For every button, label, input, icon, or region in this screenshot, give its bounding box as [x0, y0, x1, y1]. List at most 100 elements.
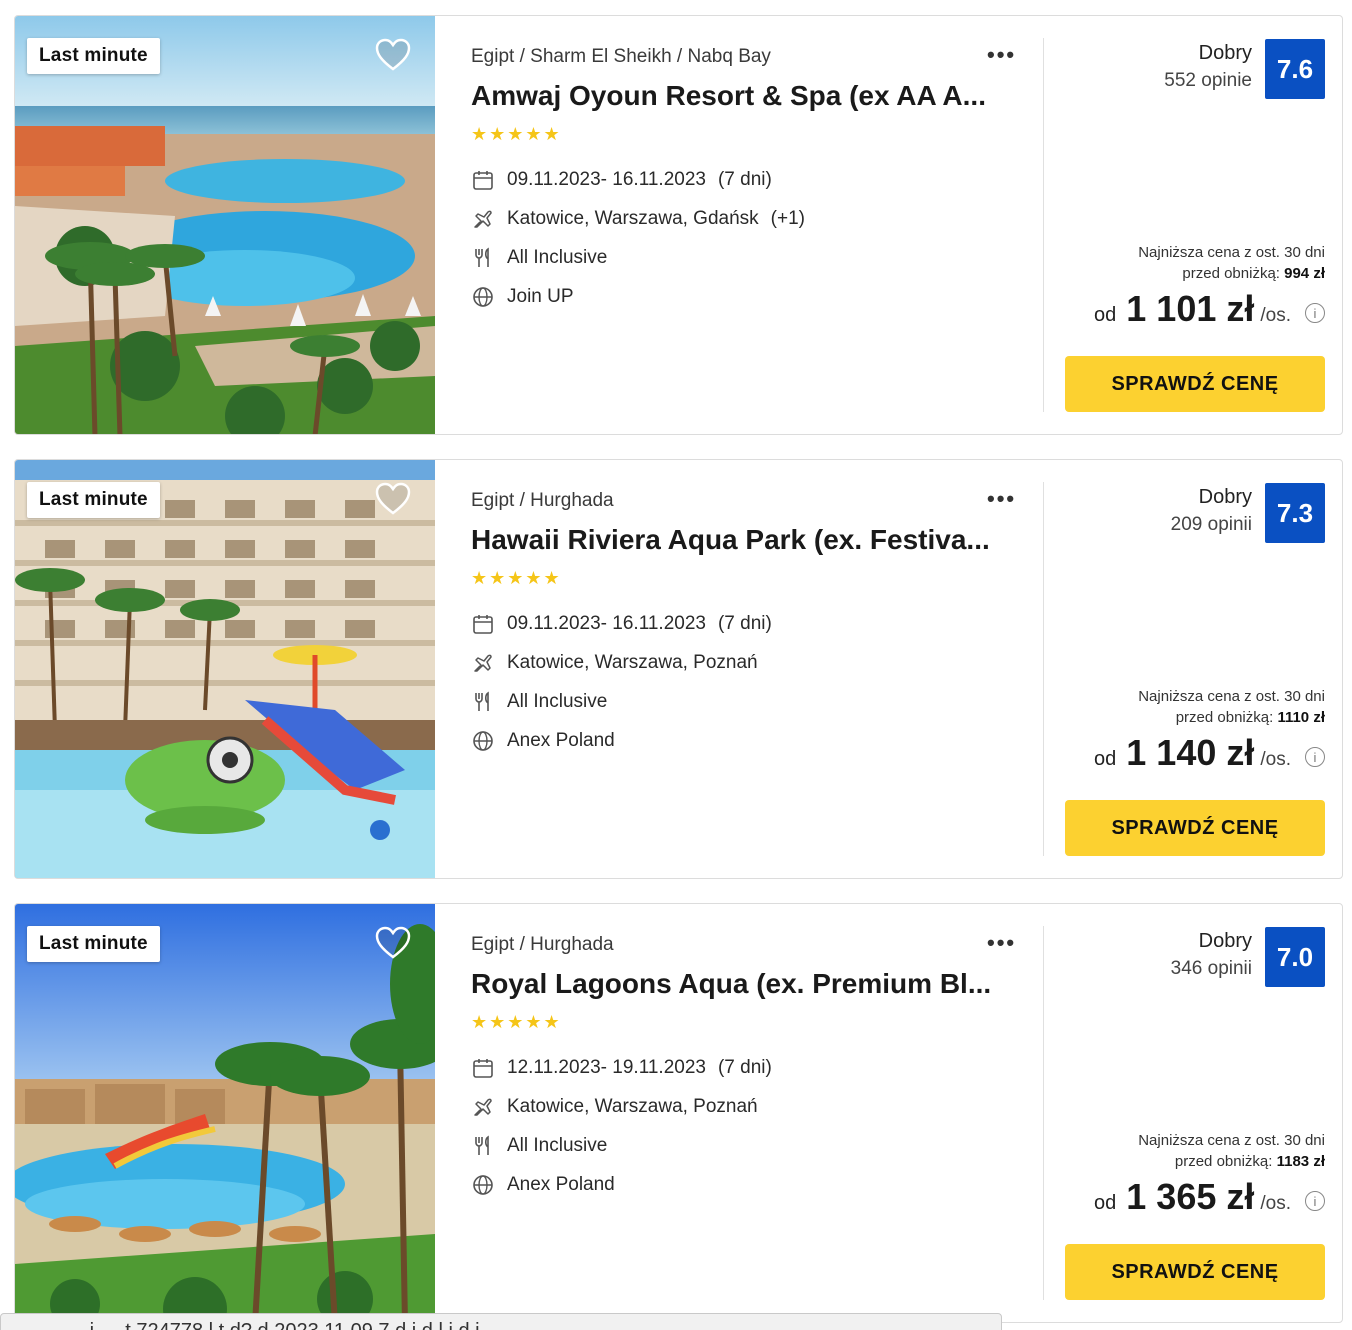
- price-amount: 1 365 zł: [1126, 1176, 1255, 1217]
- more-icon[interactable]: •••: [987, 930, 1016, 956]
- globe-icon: [471, 729, 495, 753]
- price: od 1 101 zł /os. i: [1094, 288, 1325, 330]
- price-prefix: od: [1094, 304, 1117, 326]
- lowest-price-note: Najniższa cena z ost. 30 dni przed obniż…: [1138, 686, 1325, 728]
- board-text: All Inclusive: [507, 247, 608, 268]
- offer-info: Egipt / Sharm El Sheikh / Nabq Bay ••• A…: [471, 16, 1043, 434]
- divider: [1043, 38, 1044, 412]
- score-badge: 7.0: [1265, 927, 1325, 987]
- per-person: /os.: [1260, 749, 1291, 770]
- lowest-price-note: Najniższa cena z ost. 30 dni przed obniż…: [1138, 1130, 1325, 1172]
- calendar-icon: [471, 1056, 495, 1080]
- more-icon[interactable]: •••: [987, 42, 1016, 68]
- status-tooltip: … … … i … t 724778 l t d? d 2023 11 09 7…: [0, 1313, 1002, 1330]
- offer-card: Last minute Egipt / Hurghada ••• Royal L…: [14, 903, 1343, 1323]
- dates-text: 09.11.2023- 16.11.2023: [507, 169, 706, 190]
- board-row: All Inclusive: [471, 246, 607, 270]
- dates-text: 09.11.2023- 16.11.2023: [507, 613, 706, 634]
- duration-text: (7 dni): [717, 613, 772, 634]
- score-badge: 7.6: [1265, 39, 1325, 99]
- score-badge: 7.3: [1265, 483, 1325, 543]
- dates-row: 09.11.2023- 16.11.2023 (7 dni): [471, 612, 772, 636]
- lowest-price-value: 994 zł: [1284, 265, 1325, 282]
- lowest-price-note: Najniższa cena z ost. 30 dni przed obniż…: [1138, 242, 1325, 284]
- lowest-price-label-2: przed obniżką:: [1182, 265, 1280, 282]
- hotel-photo-image: [15, 460, 435, 878]
- globe-icon: [471, 1173, 495, 1197]
- operator-row: Anex Poland: [471, 1173, 615, 1197]
- check-price-button[interactable]: SPRAWDŹ CENĘ: [1065, 1244, 1325, 1300]
- departure-extra[interactable]: (+1): [771, 208, 805, 230]
- hotel-photo[interactable]: [15, 460, 435, 878]
- departure-row: Katowice, Warszawa, Poznań: [471, 1095, 758, 1119]
- plane-icon: [471, 207, 495, 231]
- duration-text: (7 dni): [717, 169, 772, 190]
- hotel-stars: ★★★★★: [471, 124, 562, 144]
- price: od 1 365 zł /os. i: [1094, 1176, 1325, 1218]
- last-minute-badge: Last minute: [27, 38, 160, 74]
- calendar-icon: [471, 168, 495, 192]
- cutlery-icon: [471, 690, 495, 714]
- operator-row: Join UP: [471, 285, 574, 309]
- price-prefix: od: [1094, 748, 1117, 770]
- calendar-icon: [471, 612, 495, 636]
- price-panel: Dobry 209 opinii 7.3 Najniższa cena z os…: [1065, 460, 1325, 878]
- info-icon[interactable]: i: [1305, 1191, 1325, 1211]
- price: od 1 140 zł /os. i: [1094, 732, 1325, 774]
- check-price-button[interactable]: SPRAWDŹ CENĘ: [1065, 356, 1325, 412]
- location-breadcrumb[interactable]: Egipt / Hurghada: [471, 490, 614, 512]
- dates-row: 12.11.2023- 19.11.2023 (7 dni): [471, 1056, 772, 1080]
- hotel-name[interactable]: Royal Lagoons Aqua (ex. Premium Bl...: [471, 968, 1001, 1000]
- hotel-name[interactable]: Amwaj Oyoun Resort & Spa (ex AA A...: [471, 80, 1001, 112]
- offer-info: Egipt / Hurghada ••• Royal Lagoons Aqua …: [471, 904, 1043, 1322]
- reviews-count[interactable]: 346 opinii: [1171, 958, 1252, 980]
- heart-icon[interactable]: [375, 38, 411, 72]
- offer-info: Egipt / Hurghada ••• Hawaii Riviera Aqua…: [471, 460, 1043, 878]
- plane-icon: [471, 651, 495, 675]
- operator-text: Anex Poland: [507, 1174, 615, 1195]
- hotel-stars: ★★★★★: [471, 1012, 562, 1032]
- offer-card: Last minute Egipt / Sharm El Sheikh / Na…: [14, 15, 1343, 435]
- location-breadcrumb[interactable]: Egipt / Hurghada: [471, 934, 614, 956]
- price-amount: 1 101 zł: [1126, 288, 1255, 329]
- info-icon[interactable]: i: [1305, 303, 1325, 323]
- operator-text: Anex Poland: [507, 730, 615, 751]
- rating-word: Dobry: [1198, 486, 1252, 508]
- location-breadcrumb[interactable]: Egipt / Sharm El Sheikh / Nabq Bay: [471, 46, 771, 68]
- heart-icon[interactable]: [375, 926, 411, 960]
- hotel-photo[interactable]: [15, 904, 435, 1322]
- price-panel: Dobry 552 opinie 7.6 Najniższa cena z os…: [1065, 16, 1325, 434]
- lowest-price-label: Najniższa cena z ost. 30 dni: [1138, 1132, 1325, 1149]
- heart-icon[interactable]: [375, 482, 411, 516]
- hotel-photo-image: [15, 16, 435, 434]
- lowest-price-value: 1183 zł: [1276, 1153, 1325, 1170]
- info-icon[interactable]: i: [1305, 747, 1325, 767]
- price-prefix: od: [1094, 1192, 1117, 1214]
- hotel-photo[interactable]: [15, 16, 435, 434]
- rating-word: Dobry: [1198, 930, 1252, 952]
- board-text: All Inclusive: [507, 1135, 608, 1156]
- offer-list: Last minute Egipt / Sharm El Sheikh / Na…: [14, 15, 1343, 1330]
- operator-row: Anex Poland: [471, 729, 615, 753]
- price-amount: 1 140 zł: [1126, 732, 1255, 773]
- reviews-count[interactable]: 209 opinii: [1171, 514, 1252, 536]
- price-panel: Dobry 346 opinii 7.0 Najniższa cena z os…: [1065, 904, 1325, 1322]
- last-minute-badge: Last minute: [27, 482, 160, 518]
- plane-icon: [471, 1095, 495, 1119]
- reviews-count[interactable]: 552 opinie: [1164, 70, 1252, 92]
- per-person: /os.: [1260, 305, 1291, 326]
- check-price-button[interactable]: SPRAWDŹ CENĘ: [1065, 800, 1325, 856]
- cutlery-icon: [471, 246, 495, 270]
- lowest-price-label: Najniższa cena z ost. 30 dni: [1138, 688, 1325, 705]
- departure-text: Katowice, Warszawa, Poznań: [507, 652, 758, 673]
- per-person: /os.: [1260, 1193, 1291, 1214]
- hotel-name[interactable]: Hawaii Riviera Aqua Park (ex. Festiva...: [471, 524, 1001, 556]
- cutlery-icon: [471, 1134, 495, 1158]
- departure-row: Katowice, Warszawa, Gdańsk (+1): [471, 207, 805, 231]
- dates-row: 09.11.2023- 16.11.2023 (7 dni): [471, 168, 772, 192]
- divider: [1043, 926, 1044, 1300]
- operator-text: Join UP: [507, 286, 574, 307]
- offer-card: Last minute Egipt / Hurghada ••• Hawaii …: [14, 459, 1343, 879]
- more-icon[interactable]: •••: [987, 486, 1016, 512]
- hotel-stars: ★★★★★: [471, 568, 562, 588]
